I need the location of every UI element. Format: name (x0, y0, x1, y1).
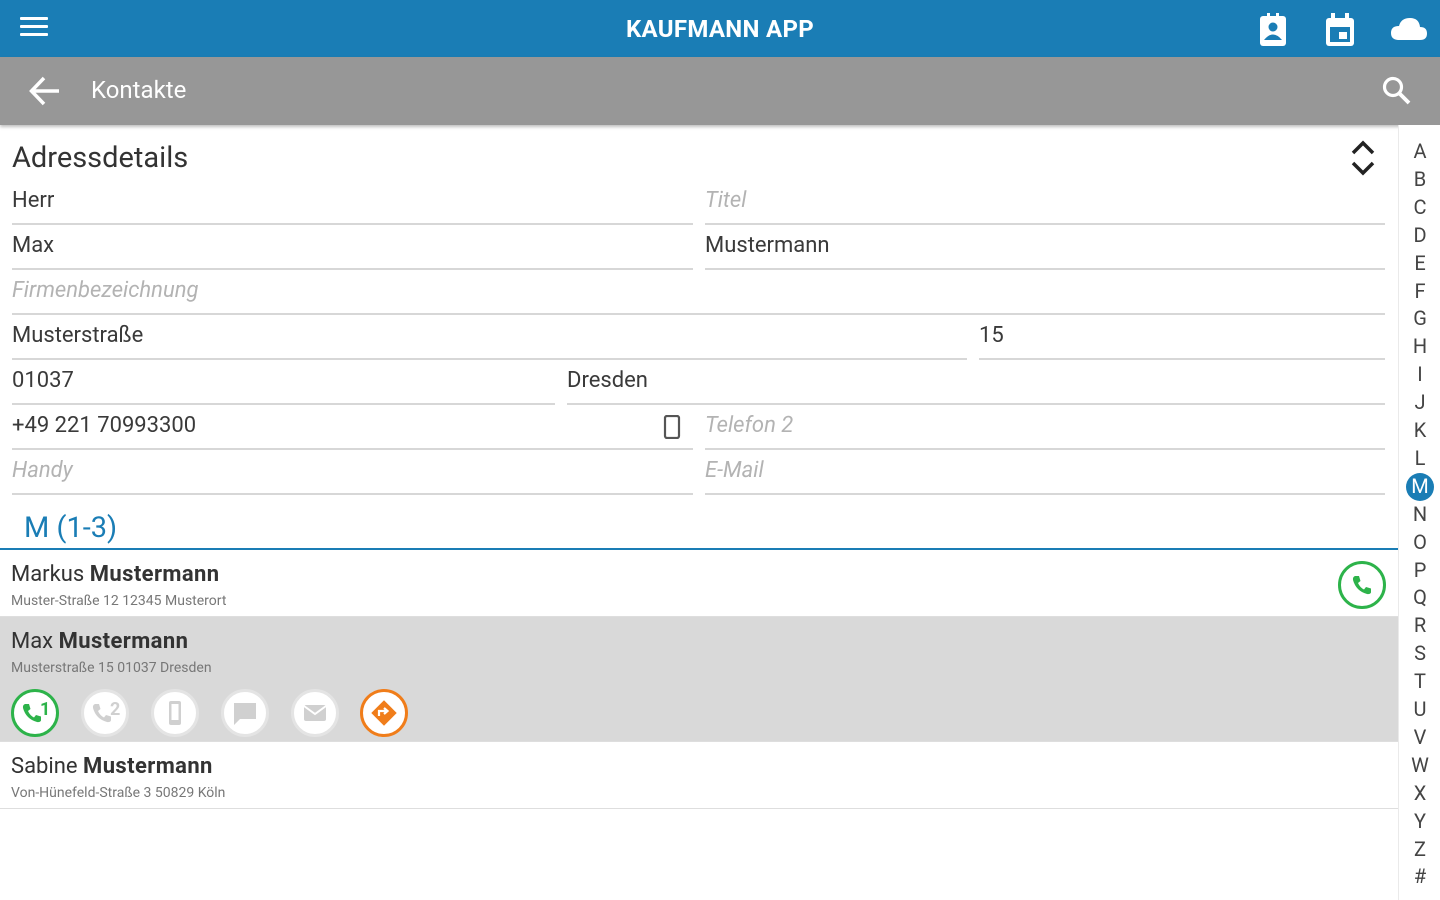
index-letter-g[interactable]: G (1399, 306, 1440, 330)
contacts-toolbar: Kontakte (0, 57, 1440, 125)
index-letter-m[interactable]: M (1399, 474, 1440, 498)
calendar-icon[interactable] (1322, 12, 1358, 48)
back-arrow-icon[interactable] (28, 75, 62, 107)
call-mobile-button[interactable] (151, 689, 199, 737)
index-letter-t[interactable]: T (1399, 669, 1440, 693)
contact-address: Musterstraße 15 01037 Dresden (11, 660, 212, 676)
zip-field[interactable]: 01037 (12, 360, 555, 405)
mobile-phone-icon (169, 701, 181, 725)
section-title: Adressdetails (12, 141, 189, 175)
phone2-field[interactable]: Telefon 2 (705, 405, 1385, 450)
contact-address: Muster-Straße 12 12345 Musterort (11, 593, 227, 609)
contact-row[interactable]: Sabine Mustermann Von-Hünefeld-Straße 3 … (0, 742, 1398, 809)
phone-number-label: 1 (40, 699, 51, 720)
index-letter-y[interactable]: Y (1399, 809, 1440, 833)
contact-address: Von-Hünefeld-Straße 3 50829 Köln (11, 785, 226, 801)
first-name-field[interactable]: Max (12, 225, 693, 270)
index-letter-p[interactable]: P (1399, 558, 1440, 582)
index-letter-e[interactable]: E (1399, 251, 1440, 275)
phone1-value: +49 221 70993300 (12, 413, 197, 438)
index-letter-j[interactable]: J (1399, 390, 1440, 414)
app-title: KAUFMANN APP (625, 15, 815, 43)
address-details-panel: Adressdetails Herr Titel Max Mustermann … (0, 125, 1398, 900)
house-number-field[interactable]: 15 (979, 315, 1385, 360)
expand-collapse-icon[interactable] (1348, 139, 1378, 177)
contacts-icon[interactable] (1255, 12, 1291, 48)
mail-icon (303, 705, 327, 721)
search-icon[interactable] (1380, 74, 1414, 108)
phone1-field[interactable]: +49 221 70993300 (12, 405, 693, 450)
email-button[interactable] (291, 689, 339, 737)
index-letter-z[interactable]: Z (1399, 837, 1440, 861)
title-field[interactable]: Titel (705, 180, 1385, 225)
index-letter-o[interactable]: O (1399, 530, 1440, 554)
index-letter-q[interactable]: Q (1399, 585, 1440, 609)
index-letter-u[interactable]: U (1399, 697, 1440, 721)
index-letter-n[interactable]: N (1399, 502, 1440, 526)
index-letter-k[interactable]: K (1399, 418, 1440, 442)
phone-icon (1352, 576, 1371, 595)
contact-row[interactable]: Markus Mustermann Muster-Straße 12 12345… (0, 550, 1398, 617)
chat-bubble-icon (234, 703, 256, 725)
group-header: M (1-3) (24, 511, 118, 545)
index-letter-i[interactable]: I (1399, 362, 1440, 386)
index-letter-a[interactable]: A (1399, 139, 1440, 163)
index-letter-v[interactable]: V (1399, 725, 1440, 749)
index-letter-r[interactable]: R (1399, 613, 1440, 637)
index-letter-l[interactable]: L (1399, 446, 1440, 470)
index-letter-w[interactable]: W (1399, 753, 1440, 777)
index-letter-s[interactable]: S (1399, 641, 1440, 665)
contact-name: Markus Mustermann (11, 562, 220, 587)
index-letter-f[interactable]: F (1399, 279, 1440, 303)
company-field[interactable]: Firmenbezeichnung (12, 270, 1385, 315)
street-field[interactable]: Musterstraße (12, 315, 967, 360)
index-letter-b[interactable]: B (1399, 167, 1440, 191)
call-phone1-button[interactable]: 1 (11, 689, 59, 737)
alphabet-index: A B C D E F G H I J K L M N O P Q R S T U V W X Y Z # (1398, 125, 1440, 900)
salutation-field[interactable]: Herr (12, 180, 693, 225)
index-letter-hash[interactable]: # (1399, 864, 1440, 888)
contact-row-selected[interactable]: Max Mustermann Musterstraße 15 01037 Dre… (0, 617, 1398, 742)
contact-name: Max Mustermann (11, 629, 189, 654)
sms-button[interactable] (221, 689, 269, 737)
navigate-button[interactable] (360, 689, 408, 737)
mobile-phone-icon[interactable] (663, 415, 681, 439)
index-letter-x[interactable]: X (1399, 781, 1440, 805)
contact-name: Sabine Mustermann (11, 754, 213, 779)
directions-icon (371, 700, 397, 726)
index-letter-h[interactable]: H (1399, 334, 1440, 358)
index-letter-d[interactable]: D (1399, 223, 1440, 247)
city-field[interactable]: Dresden (567, 360, 1385, 405)
last-name-field[interactable]: Mustermann (705, 225, 1385, 270)
call-button[interactable] (1338, 561, 1386, 609)
phone-number-label: 2 (110, 699, 121, 720)
toolbar-title: Kontakte (91, 76, 187, 104)
call-phone2-button[interactable]: 2 (81, 689, 129, 737)
email-field[interactable]: E-Mail (705, 450, 1385, 495)
cloud-icon[interactable] (1389, 12, 1429, 48)
app-bar: KAUFMANN APP (0, 0, 1440, 57)
mobile-field[interactable]: Handy (12, 450, 693, 495)
index-letter-c[interactable]: C (1399, 195, 1440, 219)
